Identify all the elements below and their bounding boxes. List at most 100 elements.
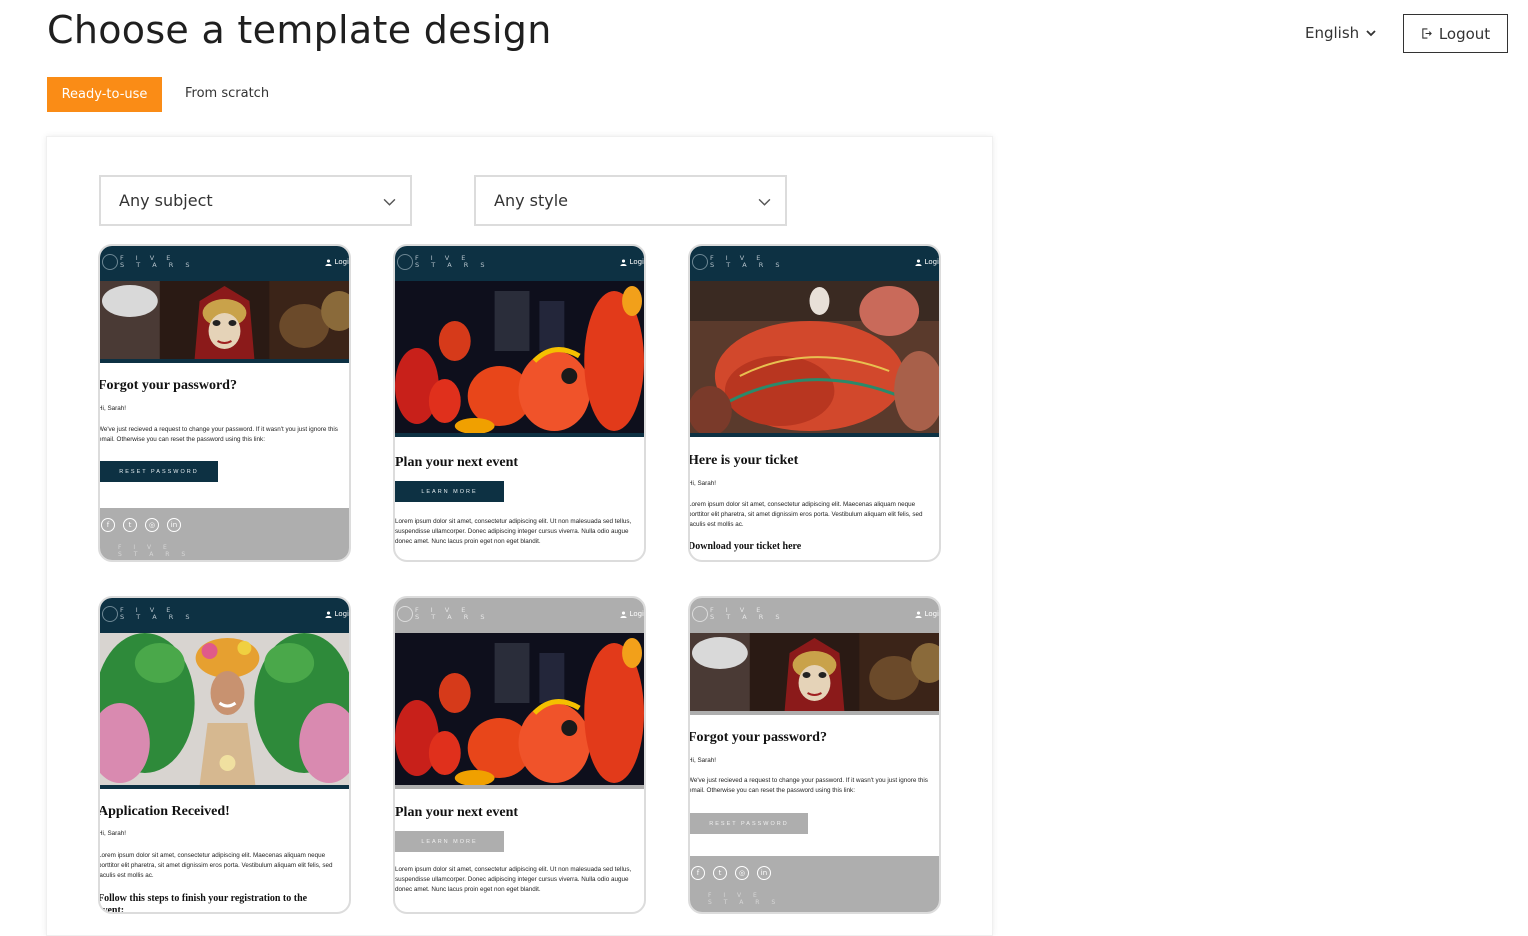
template-card[interactable]: F I V E S T A R S Logi Application Recei… bbox=[98, 596, 351, 914]
brand-logo-icon bbox=[102, 606, 118, 622]
template-greeting: Hi, Sarah! bbox=[688, 757, 716, 764]
lantern-image bbox=[395, 633, 644, 785]
user-icon bbox=[324, 258, 332, 266]
subject-select-value: Any subject bbox=[119, 191, 213, 210]
template-card[interactable]: F I V E S T A R S Logi Forgot your passw… bbox=[98, 244, 351, 562]
template-header: F I V E S T A R S Logi bbox=[395, 246, 644, 281]
template-login: Logi bbox=[324, 258, 349, 266]
language-selector[interactable]: English bbox=[1305, 24, 1377, 42]
hero-underline bbox=[100, 785, 349, 789]
template-header: F I V E S T A R S Logi bbox=[690, 246, 939, 281]
hero-underline bbox=[690, 711, 939, 715]
template-footer: f t ◎ in F I V E S T A R S bbox=[100, 508, 349, 560]
template-card[interactable]: F I V E S T A R S Logi Plan your next ev… bbox=[393, 244, 646, 562]
lantern-image bbox=[395, 281, 644, 433]
twitter-icon: t bbox=[713, 866, 727, 880]
template-brand: F I V E S T A R S bbox=[710, 606, 785, 621]
template-learn-more-button: LEARN MORE bbox=[395, 481, 504, 502]
footer-brand: F I V E S T A R S bbox=[118, 544, 191, 558]
template-card[interactable]: F I V E S T A R S Logi Here is your tick… bbox=[688, 244, 941, 562]
template-greeting: Hi, Sarah! bbox=[688, 480, 716, 487]
template-title: Plan your next event bbox=[395, 805, 519, 820]
template-body: Lorem ipsum dolor sit amet, consectetur … bbox=[98, 852, 333, 879]
hero-underline bbox=[100, 359, 349, 363]
chevron-down-icon bbox=[383, 198, 396, 206]
hero-underline bbox=[690, 433, 939, 437]
hero-underline bbox=[395, 433, 644, 437]
template-brand: F I V E S T A R S bbox=[415, 606, 490, 621]
template-body: Lorem ipsum dolor sit amet, consectetur … bbox=[688, 501, 923, 528]
template-login-label: Logi bbox=[629, 610, 644, 618]
template-login-label: Logi bbox=[629, 258, 644, 266]
user-icon bbox=[324, 610, 332, 618]
template-login-label: Logi bbox=[334, 258, 349, 266]
user-icon bbox=[619, 258, 627, 266]
facebook-icon: f bbox=[101, 518, 115, 532]
user-icon bbox=[619, 610, 627, 618]
template-card[interactable]: F I V E S T A R S Logi Plan your next ev… bbox=[393, 596, 646, 914]
template-header: F I V E S T A R S Logi bbox=[100, 598, 349, 633]
social-icons: f t ◎ in bbox=[691, 866, 771, 880]
brand-logo-icon bbox=[692, 254, 708, 270]
template-header: F I V E S T A R S Logi bbox=[100, 246, 349, 281]
template-reset-button: RESET PASSWORD bbox=[690, 813, 808, 834]
logout-icon bbox=[1422, 28, 1432, 39]
footer-brand: F I V E S T A R S bbox=[708, 892, 781, 906]
brand-logo-icon bbox=[692, 606, 708, 622]
tab-from-scratch[interactable]: From scratch bbox=[185, 86, 269, 101]
template-footer: f t ◎ in F I V E S T A R S bbox=[690, 856, 939, 912]
template-greeting: Hi, Sarah! bbox=[98, 830, 126, 837]
template-body: Lorem ipsum dolor sit amet, consectetur … bbox=[395, 518, 632, 545]
template-brand: F I V E S T A R S bbox=[710, 254, 785, 269]
tab-ready-to-use[interactable]: Ready-to-use bbox=[47, 77, 162, 112]
feather-costume-image bbox=[100, 633, 349, 785]
template-brand: F I V E S T A R S bbox=[120, 254, 195, 269]
twitter-icon: t bbox=[123, 518, 137, 532]
dancer-image bbox=[690, 281, 939, 433]
template-brand: F I V E S T A R S bbox=[415, 254, 490, 269]
template-login: Logi bbox=[914, 610, 939, 618]
page-title: Choose a template design bbox=[47, 8, 552, 52]
template-title: Forgot your password? bbox=[98, 378, 237, 393]
user-icon bbox=[914, 610, 922, 618]
template-card[interactable]: F I V E S T A R S Logi Forgot your passw… bbox=[688, 596, 941, 914]
template-login: Logi bbox=[914, 258, 939, 266]
brand-logo-icon bbox=[102, 254, 118, 270]
template-brand: F I V E S T A R S bbox=[120, 606, 195, 621]
template-login-label: Logi bbox=[334, 610, 349, 618]
template-login: Logi bbox=[324, 610, 349, 618]
template-title: Forgot your password? bbox=[688, 730, 827, 745]
template-title: Here is your ticket bbox=[688, 453, 799, 468]
template-login-label: Logi bbox=[924, 610, 939, 618]
subject-select[interactable]: Any subject bbox=[99, 175, 412, 226]
instagram-icon: ◎ bbox=[145, 518, 159, 532]
template-login: Logi bbox=[619, 610, 644, 618]
template-header: F I V E S T A R S Logi bbox=[690, 598, 939, 633]
brand-logo-icon bbox=[397, 606, 413, 622]
template-body: Lorem ipsum dolor sit amet, consectetur … bbox=[395, 866, 632, 893]
template-body: We've just recieved a request to change … bbox=[98, 426, 338, 443]
template-login: Logi bbox=[619, 258, 644, 266]
style-select-value: Any style bbox=[494, 191, 569, 210]
chevron-down-icon bbox=[1366, 30, 1376, 37]
template-learn-more-button: LEARN MORE bbox=[395, 831, 504, 852]
template-body: We've just recieved a request to change … bbox=[688, 777, 928, 794]
template-download-link: Download your ticket here bbox=[688, 541, 802, 552]
style-select[interactable]: Any style bbox=[474, 175, 787, 226]
logout-label: Logout bbox=[1438, 24, 1491, 43]
template-header: F I V E S T A R S Logi bbox=[395, 598, 644, 633]
social-icons: f t ◎ in bbox=[101, 518, 181, 532]
user-icon bbox=[914, 258, 922, 266]
logout-button[interactable]: Logout bbox=[1403, 14, 1508, 53]
template-login-label: Logi bbox=[924, 258, 939, 266]
template-greeting: Hi, Sarah! bbox=[98, 405, 126, 412]
template-registration-note: Follow this steps to finish your registr… bbox=[98, 893, 308, 914]
carnival-mask-image bbox=[100, 281, 349, 359]
linkedin-icon: in bbox=[167, 518, 181, 532]
language-label: English bbox=[1305, 24, 1360, 42]
brand-logo-icon bbox=[397, 254, 413, 270]
template-title: Application Received! bbox=[98, 804, 230, 819]
chevron-down-icon bbox=[758, 198, 771, 206]
template-reset-button: RESET PASSWORD bbox=[100, 461, 218, 482]
hero-underline bbox=[395, 785, 644, 789]
